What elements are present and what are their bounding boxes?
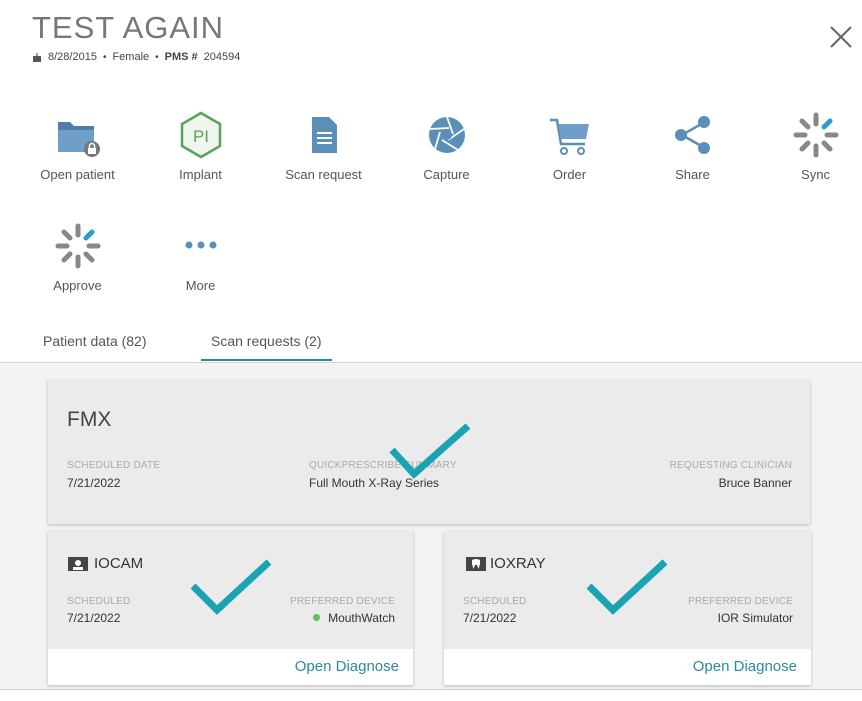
more-button[interactable]: More	[139, 221, 262, 293]
device-card-footer: Open Diagnose	[444, 649, 811, 685]
requesting-clinician-value: Bruce Banner	[718, 476, 792, 490]
spinner-icon	[793, 112, 838, 158]
open-patient-button[interactable]: Open patient	[16, 110, 139, 182]
action-label: Order	[552, 167, 587, 182]
patient-name: TEST AGAIN	[32, 10, 225, 45]
action-label: Capture	[423, 167, 470, 182]
action-label: Approve	[53, 278, 102, 293]
separator-dot: •	[102, 51, 107, 63]
open-diagnose-link[interactable]: Open Diagnose	[693, 658, 797, 675]
document-icon	[311, 117, 337, 153]
pms-label: PMS #	[164, 51, 198, 63]
action-label: Sync	[801, 167, 830, 182]
device-card-ioxray: IOXRAY SCHEDULED 7/21/2022 PREFERRED DEV…	[444, 531, 811, 685]
open-diagnose-link[interactable]: Open Diagnose	[295, 658, 399, 675]
close-icon[interactable]	[826, 22, 856, 52]
patient-dob: 8/28/2015	[48, 51, 97, 63]
scan-requests-panel: FMX SCHEDULED DATE 7/21/2022 QUICKPRESCR…	[0, 363, 862, 690]
scheduled-value: 7/21/2022	[67, 611, 121, 625]
patient-header: TEST AGAIN 8/28/2015 • Female • PMS # 20…	[0, 0, 862, 100]
device-title: IOXRAY	[490, 555, 546, 572]
action-label: Scan request	[285, 167, 362, 182]
scheduled-date-label: SCHEDULED DATE	[67, 460, 161, 471]
status-online-icon	[313, 614, 321, 621]
device-card-footer: Open Diagnose	[48, 649, 413, 685]
cart-icon	[549, 118, 589, 155]
device-title: IOCAM	[94, 555, 144, 572]
scheduled-date-value: 7/21/2022	[67, 476, 121, 490]
preferred-device-value: IOR Simulator	[717, 611, 793, 625]
spinner-icon	[55, 223, 100, 269]
folder-lock-icon	[57, 122, 100, 157]
xray-device-icon	[466, 557, 486, 571]
implant-icon: PI	[180, 111, 221, 159]
scheduled-label: SCHEDULED	[463, 596, 527, 607]
scheduled-value: 7/21/2022	[463, 611, 517, 625]
scan-request-title: FMX	[67, 408, 112, 431]
implant-button[interactable]: PI Implant	[139, 110, 262, 182]
capture-button[interactable]: Capture	[385, 110, 508, 182]
tab-scan-requests[interactable]: Scan requests (2)	[201, 333, 332, 361]
action-label: Implant	[179, 167, 222, 182]
separator-dot: •	[155, 51, 159, 63]
action-label: Share	[675, 167, 710, 182]
share-icon	[674, 116, 710, 154]
more-dots-icon	[185, 241, 216, 249]
preferred-device-label: PREFERRED DEVICE	[688, 596, 793, 607]
aperture-icon	[428, 116, 465, 153]
pms-number: 204594	[203, 51, 241, 63]
checkmark-icon	[389, 423, 471, 479]
preferred-device-label: PREFERRED DEVICE	[290, 596, 395, 607]
svg-text:PI: PI	[192, 127, 208, 146]
scheduled-label: SCHEDULED	[67, 596, 131, 607]
tab-bar: Patient data (82) Scan requests (2)	[0, 330, 862, 363]
scan-request-button[interactable]: Scan request	[262, 110, 385, 182]
checkmark-icon	[190, 559, 272, 615]
requesting-clinician-label: REQUESTING CLINICIAN	[669, 460, 792, 471]
preferred-device-name: MouthWatch	[328, 611, 395, 625]
scan-request-card[interactable]: FMX SCHEDULED DATE 7/21/2022 QUICKPRESCR…	[48, 380, 810, 524]
sync-button[interactable]: Sync	[754, 110, 862, 182]
preferred-device-value: MouthWatch	[313, 611, 395, 625]
patient-sex: Female	[112, 51, 150, 63]
patient-subinfo: 8/28/2015 • Female • PMS # 204594	[32, 51, 240, 63]
camera-device-icon	[68, 557, 88, 571]
order-button[interactable]: Order	[508, 110, 631, 182]
birthday-cake-icon	[33, 53, 41, 62]
device-card-iocam: IOCAM SCHEDULED 7/21/2022 PREFERRED DEVI…	[48, 531, 413, 685]
checkmark-icon	[586, 559, 668, 615]
action-label: More	[185, 278, 216, 293]
approve-button[interactable]: Approve	[16, 221, 139, 293]
action-label: Open patient	[40, 167, 115, 182]
share-button[interactable]: Share	[631, 110, 754, 182]
tab-patient-data[interactable]: Patient data (82)	[43, 333, 147, 359]
